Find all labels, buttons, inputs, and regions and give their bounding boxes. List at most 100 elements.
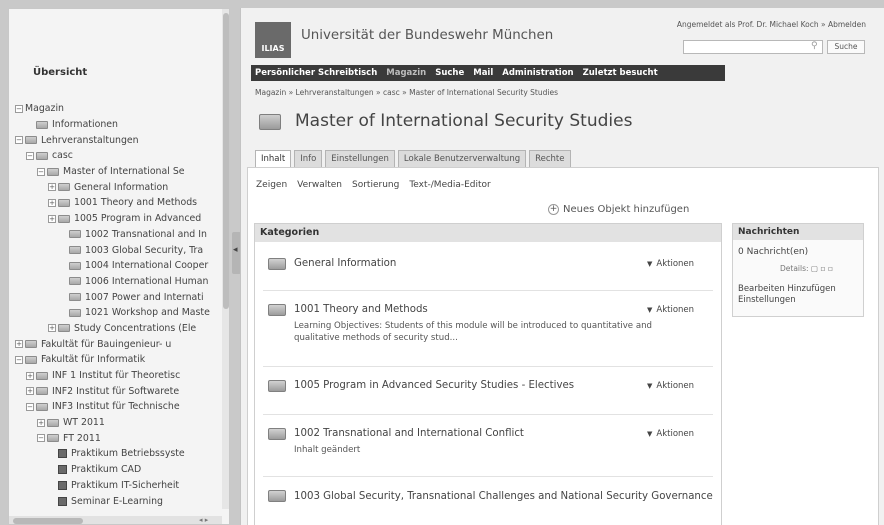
subtab-link[interactable]: Verwalten — [297, 180, 342, 190]
tree-node[interactable]: + General Information — [15, 179, 225, 195]
collapse-icon[interactable]: − — [26, 402, 34, 411]
category-title[interactable]: 1001 Theory and Methods — [294, 304, 428, 315]
tree-node-label: Praktikum IT-Sicherheit — [71, 479, 180, 491]
tree-node[interactable]: − Fakultät für Informatik — [15, 352, 225, 368]
expand-icon[interactable]: + — [15, 340, 23, 349]
tree-node-label: 1005 Program in Advanced — [74, 213, 202, 225]
expand-icon[interactable]: + — [26, 387, 34, 396]
search-button[interactable]: Suche — [827, 40, 865, 54]
categories-list: Kategorien General Information ▼ Aktionen 1… — [254, 223, 722, 525]
tree-node[interactable]: Informationen — [15, 117, 225, 133]
actions-dropdown[interactable]: ▼ Aktionen — [647, 305, 694, 315]
add-new-object-button[interactable]: + Neues Objekt hinzufügen — [548, 204, 689, 215]
tab[interactable]: Info — [294, 150, 323, 167]
tree-node[interactable]: Praktikum CAD — [15, 462, 225, 478]
subtab-link[interactable]: Text-/Media-Editor — [409, 180, 490, 190]
tree-node[interactable]: − INF3 Institut für Technische — [15, 399, 225, 415]
tab[interactable]: Lokale Benutzerverwaltung — [397, 150, 527, 167]
expand-icon[interactable]: + — [48, 198, 56, 207]
expand-icon[interactable]: + — [48, 183, 56, 192]
tree-node[interactable]: 1006 International Human — [15, 274, 225, 290]
tree-node[interactable]: + INF2 Institut für Softwarete — [15, 383, 225, 399]
collapse-icon[interactable]: − — [26, 151, 34, 160]
tree-node[interactable]: + INF 1 Institut für Theoretisc — [15, 368, 225, 384]
expand-icon[interactable]: + — [26, 371, 34, 380]
tree-node[interactable]: 1021 Workshop and Maste — [15, 305, 225, 321]
tree-node-label: 1007 Power and Internati — [85, 291, 204, 303]
vertical-scrollbar[interactable] — [222, 9, 229, 509]
tree-node[interactable]: 1007 Power and Internati — [15, 289, 225, 305]
dropdown-arrow-icon: ▼ — [647, 430, 653, 438]
login-status[interactable]: Angemeldet als Prof. Dr. Michael Koch » … — [677, 20, 866, 29]
expand-icon[interactable]: + — [48, 214, 56, 223]
horizontal-scrollbar[interactable]: ◂ ▸ — [9, 516, 222, 524]
tree-node[interactable]: 1004 International Cooper — [15, 258, 225, 274]
category-title[interactable]: 1003 Global Security, Transnational Chal… — [294, 490, 714, 504]
menu-item[interactable]: Persönlicher Schreibtisch — [255, 68, 377, 78]
actions-dropdown[interactable]: ▼ Aktionen — [647, 381, 694, 391]
subtab-link[interactable]: Zeigen — [256, 180, 287, 190]
categories-header: Kategorien — [255, 224, 721, 242]
menu-item[interactable]: Zuletzt besucht — [583, 68, 658, 78]
expand-icon[interactable]: + — [48, 324, 56, 333]
tree-node[interactable]: − Master of International Se — [15, 164, 225, 180]
search-icon[interactable]: ⚲ — [811, 41, 818, 51]
university-name: Universität der Bundeswehr München — [301, 28, 554, 43]
tree-node[interactable]: 1003 Global Security, Tra — [15, 242, 225, 258]
collapse-icon[interactable]: − — [37, 434, 45, 443]
actions-dropdown[interactable]: ▼ Aktionen — [647, 259, 694, 269]
search-input[interactable] — [683, 40, 823, 54]
tab[interactable]: Rechte — [529, 150, 571, 167]
tree-node[interactable]: − Lehrveranstaltungen — [15, 132, 225, 148]
tree-node[interactable]: 1002 Transnational and In — [15, 227, 225, 243]
collapse-icon[interactable]: − — [15, 136, 23, 145]
subtab-link[interactable]: Sortierung — [352, 180, 399, 190]
panel-title: Übersicht — [33, 67, 88, 78]
breadcrumb[interactable]: Magazin » Lehrveranstaltungen » casc » M… — [255, 88, 558, 97]
subtab-bar: Zeigen Verwalten Sortierung Text-/Media-Edi… — [256, 180, 501, 190]
tree-node[interactable]: + Study Concentrations (Ele — [15, 321, 225, 337]
folder-icon — [69, 230, 81, 239]
category-title[interactable]: General Information — [294, 258, 396, 269]
tree-node[interactable]: − casc — [15, 148, 225, 164]
tree-node[interactable]: +1005 Program in Advanced — [15, 211, 225, 227]
folder-icon — [69, 277, 81, 286]
tree-node[interactable]: + Fakultät für Bauingenieur- u — [15, 336, 225, 352]
tree-node-label: Study Concentrations (Ele — [74, 322, 197, 334]
tree-node[interactable]: − FT 2011 — [15, 430, 225, 446]
tree-node[interactable]: − Magazin — [15, 101, 225, 117]
tree-node[interactable]: Praktikum IT-Sicherheit — [15, 478, 225, 494]
tree-node[interactable]: Seminar E-Learning — [15, 493, 225, 509]
object-icon — [58, 465, 67, 475]
folder-icon — [25, 340, 37, 349]
tab[interactable]: Inhalt — [255, 150, 292, 167]
tree-node[interactable]: + WT 2011 — [15, 415, 225, 431]
collapse-icon[interactable]: − — [15, 355, 23, 364]
tree-node[interactable]: Praktikum Betriebssyste — [15, 446, 225, 462]
tree-node-label: INF3 Institut für Technische — [52, 401, 180, 413]
expand-icon[interactable]: + — [37, 418, 45, 427]
actions-dropdown[interactable]: ▼ Aktionen — [647, 429, 694, 439]
details-toggle-icons[interactable]: ▢ ▫ ▫ — [811, 264, 833, 273]
menu-item[interactable]: Magazin — [386, 68, 426, 78]
scroll-thumb[interactable] — [223, 13, 229, 309]
category-title[interactable]: 1002 Transnational and International Con… — [294, 428, 524, 439]
category-icon — [268, 490, 286, 502]
actions-label: Aktionen — [656, 259, 695, 269]
collapse-icon[interactable]: − — [15, 104, 23, 113]
actions-label: Aktionen — [656, 305, 695, 315]
news-actions[interactable]: Bearbeiten Hinzufügen Einstellungen — [738, 284, 862, 306]
menu-item[interactable]: Administration — [502, 68, 573, 78]
dropdown-arrow-icon: ▼ — [647, 306, 653, 314]
tab[interactable]: Einstellungen — [325, 150, 395, 167]
category-title[interactable]: 1005 Program in Advanced Security Studie… — [294, 380, 574, 391]
menu-item[interactable]: Suche — [435, 68, 464, 78]
menu-item[interactable]: Mail — [473, 68, 493, 78]
category-description: Learning Objectives: Students of this mo… — [294, 321, 652, 343]
tree-node[interactable]: +1001 Theory and Methods — [15, 195, 225, 211]
ilias-logo[interactable]: ILIAS — [255, 22, 291, 58]
scroll-thumb[interactable] — [13, 518, 83, 524]
collapse-icon[interactable]: − — [37, 167, 45, 176]
scroll-arrows-icon[interactable]: ◂ ▸ — [199, 516, 208, 524]
category-icon — [268, 380, 286, 392]
